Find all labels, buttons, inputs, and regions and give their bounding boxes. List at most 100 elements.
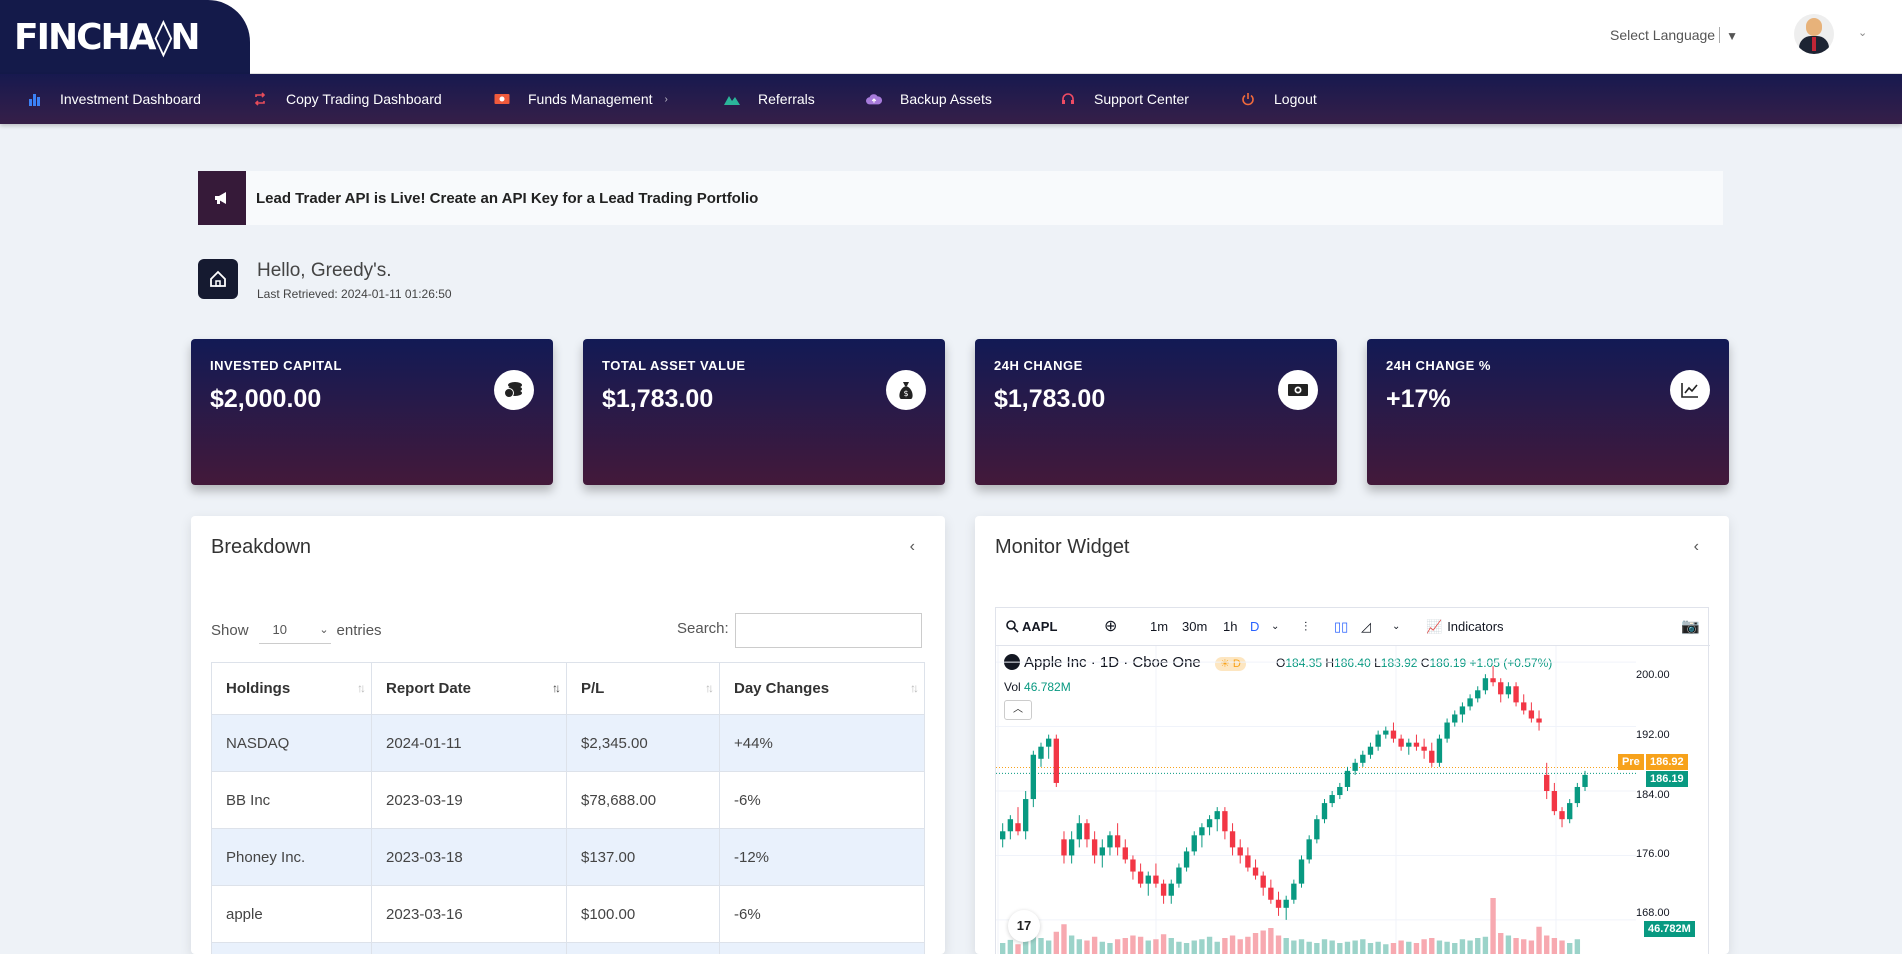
candle-body (1007, 819, 1014, 832)
tradingview-widget[interactable]: AAPL ⊕ 1m 30m 1h D ⌄ ⫶ ▯▯ ◿ ⌄ 📈 Indicator… (995, 607, 1710, 954)
table-row[interactable]: Phoney Inc. 2023-03-18 $137.00 -12% (211, 828, 925, 886)
indicators-button[interactable]: 📈 Indicators (1426, 619, 1504, 635)
candle-body (1176, 867, 1182, 884)
column-header-holdings[interactable]: Holdings ↑↓ (211, 662, 372, 715)
headset-icon (1060, 91, 1076, 107)
search-input[interactable] (735, 613, 922, 648)
candles-icon[interactable]: ▯▯ (1334, 619, 1348, 635)
interval-1h[interactable]: 1h (1223, 619, 1237, 634)
last-retrieved: Last Retrieved: 2024-01-11 01:26:50 (257, 287, 452, 301)
card-label: TOTAL ASSET VALUE (602, 358, 746, 373)
candlestick-chart[interactable] (996, 646, 1636, 954)
table-row[interactable]: BB Inc 2023-03-19 $78,688.00 -6% (211, 771, 925, 829)
candle-body (1145, 875, 1151, 884)
interval-d[interactable]: D (1250, 619, 1259, 634)
candle-body (1459, 706, 1466, 715)
volume-bar (1528, 940, 1535, 954)
language-separator (1719, 27, 1721, 43)
volume-bar (1482, 936, 1489, 954)
panel-title: Monitor Widget (995, 536, 1130, 558)
panel-title: Breakdown (211, 536, 312, 558)
interval-30m[interactable]: 30m (1182, 619, 1207, 634)
add-symbol-icon[interactable]: ⊕ (1104, 616, 1117, 636)
price-tick: 184.00 (1636, 789, 1670, 801)
chevron-down-icon[interactable]: ⌄ (1858, 26, 1867, 39)
volume-bar (1206, 936, 1213, 954)
entries-value: 10 (272, 622, 287, 637)
nav-copy-trading-dashboard[interactable]: Copy Trading Dashboard (252, 74, 442, 124)
symbol-search[interactable]: AAPL (1006, 619, 1057, 634)
avatar-tie (1812, 37, 1816, 51)
area-chart-icon[interactable]: ◿ (1361, 619, 1371, 635)
entries-select[interactable]: 10 ⌄ (258, 616, 331, 644)
table-row[interactable] (211, 942, 925, 954)
column-header-report-date[interactable]: Report Date ↑↓ (371, 662, 567, 715)
cell-holding: BB Inc (211, 771, 372, 829)
candle-body (1574, 786, 1581, 804)
candle-body (1214, 811, 1220, 820)
announcement-bar[interactable]: Lead Trader API is Live! Create an API K… (198, 171, 1723, 225)
candle-body (1084, 823, 1090, 840)
volume-bar (1045, 940, 1052, 954)
chevron-down-icon[interactable]: ⌄ (1271, 621, 1279, 632)
volume-bar (1130, 935, 1136, 954)
volume-bar (1421, 939, 1427, 954)
candle-body (1061, 839, 1067, 856)
volume-bar (1153, 939, 1159, 954)
table-row[interactable]: apple 2023-03-16 $100.00 -6% (211, 885, 925, 943)
avatar[interactable] (1794, 14, 1834, 54)
candle-body (1183, 851, 1190, 868)
money-bag-icon: $ (886, 370, 926, 410)
bar-chart-icon (26, 91, 42, 107)
camera-icon[interactable]: 📷 (1681, 617, 1700, 635)
candle-body (1191, 835, 1197, 852)
collapse-icon[interactable]: ‹ (910, 538, 915, 556)
candle-body (1475, 690, 1481, 699)
cell-change: -6% (719, 771, 925, 829)
sort-icon: ↑↓ (910, 681, 919, 695)
column-header-day-changes[interactable]: Day Changes ↑↓ (719, 662, 925, 715)
volume-bar (1122, 938, 1128, 954)
volume-bar (1459, 939, 1466, 954)
interval-1m[interactable]: 1m (1150, 619, 1168, 634)
logo[interactable]: FINCHA◊N (0, 0, 250, 74)
breakdown-panel: Breakdown ‹ Show 10 ⌄ entries Search: Hol… (191, 516, 945, 954)
card-value: $1,783.00 (602, 385, 714, 413)
sort-desc-icon: ↑↓ (552, 681, 561, 695)
tradingview-logo[interactable]: 17 (1008, 910, 1040, 942)
cell-holding: apple (211, 885, 372, 943)
volume-tag: 46.782M (1644, 921, 1695, 937)
cell-date: 2024-01-11 (371, 714, 567, 772)
nav-referrals[interactable]: Referrals (724, 74, 815, 124)
candle-body (1053, 738, 1059, 783)
nav-investment-dashboard[interactable]: Investment Dashboard (26, 74, 201, 124)
nav-logout[interactable]: Logout (1240, 74, 1317, 124)
candle-body (1030, 754, 1037, 800)
candle-body (1498, 682, 1504, 695)
language-selector[interactable]: Select Language ▼ (1610, 27, 1738, 43)
volume-bar (1352, 940, 1358, 954)
candle-body (1375, 734, 1381, 747)
pre-label: Pre (1618, 754, 1644, 770)
volume-bar (1337, 943, 1343, 954)
nav-support-center[interactable]: Support Center (1060, 74, 1189, 124)
volume-bar (1222, 938, 1228, 954)
chevron-down-icon[interactable]: ⌄ (1392, 621, 1400, 632)
volume-bar (1168, 938, 1174, 954)
column-header-pl[interactable]: P/L ↑↓ (566, 662, 720, 715)
banknote-icon (1278, 370, 1318, 410)
card-value: +17% (1386, 385, 1451, 413)
collapse-icon[interactable]: ‹ (1694, 538, 1699, 556)
bar-style-icon[interactable]: ⫶ (1304, 619, 1307, 635)
search-icon (1006, 620, 1019, 633)
nav-funds-management[interactable]: Funds Management › (494, 74, 668, 124)
volume-bar (1536, 926, 1542, 954)
nav-backup-assets[interactable]: Backup Assets (866, 74, 992, 124)
volume-bar (1275, 935, 1282, 954)
show-label: Show (211, 621, 249, 639)
volume-bar (1429, 938, 1435, 954)
candle-body (1436, 738, 1443, 763)
table-row[interactable]: NASDAQ 2024-01-11 $2,345.00 +44% (211, 714, 925, 772)
candle-body (1114, 835, 1121, 848)
volume-bar (1306, 941, 1312, 954)
